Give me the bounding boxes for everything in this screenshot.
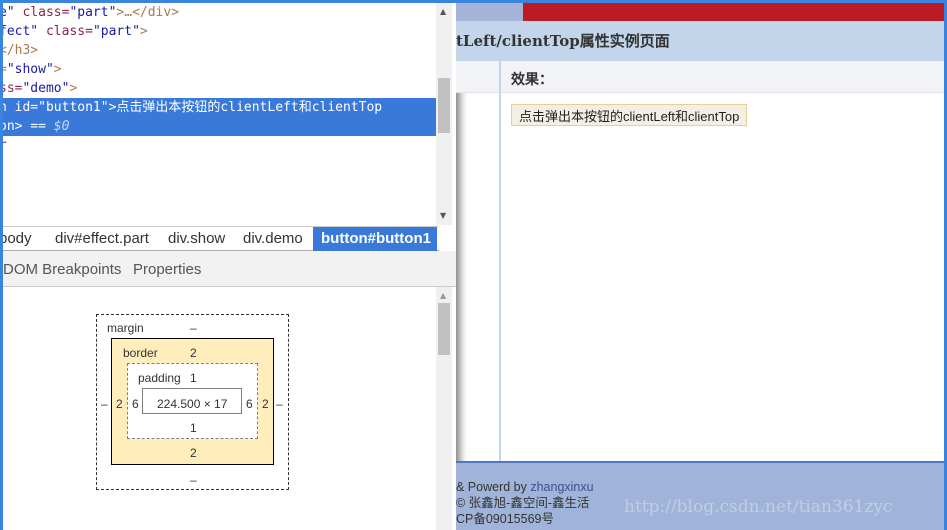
dom-node-line[interactable]: fect" class="part"> — [3, 22, 148, 41]
code-token: r — [3, 138, 7, 153]
footer-powered: & Powerd by — [456, 480, 531, 494]
code-token: "part" — [69, 5, 117, 20]
border-bottom: 2 — [190, 446, 197, 460]
effect-header: 效果： — [456, 61, 944, 93]
dom-node-line[interactable]: e" class="part">…</div> — [3, 3, 179, 22]
padding-right: 6 — [246, 397, 253, 411]
padding-bottom: 1 — [190, 421, 197, 435]
elements-tree[interactable]: e" class="part">…</div>fect" class="part… — [3, 3, 439, 227]
dom-node-line[interactable]: r — [3, 136, 7, 155]
code-token: class= — [14, 5, 70, 20]
breadcrumb-demo[interactable]: div.demo — [243, 230, 303, 247]
code-token: > — [139, 24, 148, 39]
code-token: n id= — [3, 100, 39, 115]
code-token: fect" — [3, 24, 39, 39]
scroll-up-icon[interactable]: ▲ — [440, 291, 446, 300]
client-left-top-button[interactable]: 点击弹出本按钮的clientLeft和clientTop — [511, 104, 748, 126]
scroll-down-icon[interactable]: ▼ — [440, 211, 446, 220]
code-token: "show" — [6, 62, 54, 77]
breadcrumb-effect[interactable]: div#effect.part — [55, 230, 149, 247]
sidebar-tabs: DOM Breakpoints Properties — [3, 251, 456, 287]
scroll-up-icon[interactable]: ▲ — [440, 7, 446, 16]
code-token: > — [69, 81, 78, 96]
content-size: 224.500 × 17 — [157, 397, 228, 411]
boxmodel-scrollbar[interactable]: ▲ — [436, 287, 452, 530]
author-link[interactable]: zhangxinxu — [530, 480, 593, 494]
code-token: > == — [14, 119, 54, 134]
padding-left: 6 — [132, 397, 139, 411]
margin-right: – — [276, 397, 283, 411]
code-token: > — [53, 62, 62, 77]
page-viewport: tLeft/clientTop属性实例页面 效果： 点击弹出本按钮的client… — [456, 0, 947, 530]
header-left — [456, 3, 526, 21]
footer: & Powerd by zhangxinxu © 张鑫旭-鑫空间-鑫生活 CP备… — [456, 461, 944, 530]
border-top: 2 — [190, 346, 197, 360]
dom-node-line[interactable]: ss="demo"> — [3, 79, 77, 98]
padding-label: padding — [138, 371, 181, 385]
code-token: "button1" — [38, 100, 109, 115]
dom-node-line[interactable]: n id="button1">点击弹出本按钮的clientLeft和client… — [3, 98, 439, 117]
devtools-panel: e" class="part">…</div>fect" class="part… — [0, 0, 456, 530]
code-token: on — [3, 119, 15, 134]
code-token: ss= — [3, 81, 23, 96]
margin-left: – — [101, 397, 108, 411]
padding-top: 1 — [190, 371, 197, 385]
breadcrumb-button1[interactable]: button#button1 — [313, 227, 437, 251]
breadcrumb: body div#effect.part div.show div.demo b… — [3, 226, 439, 251]
code-token: >…</div> — [116, 5, 180, 20]
tab-dom-breakpoints[interactable]: DOM Breakpoints — [3, 261, 121, 278]
dom-node-line[interactable]: on> == $0 — [3, 117, 439, 136]
margin-label: margin — [107, 321, 144, 335]
code-token: class= — [38, 24, 93, 39]
code-token: 点击弹出本按钮的clientLeft和clientTop — [116, 100, 383, 115]
code-token: </h3> — [3, 43, 39, 58]
margin-top: – — [190, 321, 197, 335]
dom-node-line[interactable]: ="show"> — [3, 60, 62, 79]
border-label: border — [123, 346, 158, 360]
border-right: 2 — [262, 397, 269, 411]
page-title: tLeft/clientTop属性实例页面 — [456, 21, 944, 61]
watermark: http://blog.csdn.net/tian361zyc — [624, 497, 893, 517]
code-token: $0 — [53, 119, 70, 134]
code-token: "demo" — [22, 81, 70, 96]
scrollbar-thumb[interactable] — [438, 303, 450, 355]
elements-scrollbar[interactable]: ▲ ▼ — [436, 3, 452, 225]
column-divider — [499, 61, 501, 461]
margin-bottom: – — [190, 473, 197, 487]
border-left: 2 — [116, 397, 123, 411]
site-banner — [523, 3, 944, 21]
code-token: "part" — [92, 24, 140, 39]
effect-label: 效果： — [511, 72, 553, 88]
scrollbar-thumb[interactable] — [438, 78, 450, 133]
breadcrumb-show[interactable]: div.show — [168, 230, 225, 247]
code-token: e" — [3, 5, 15, 20]
breadcrumb-body[interactable]: body — [3, 230, 32, 247]
dom-node-line[interactable]: </h3> — [3, 41, 38, 60]
tab-properties[interactable]: Properties — [133, 261, 201, 278]
